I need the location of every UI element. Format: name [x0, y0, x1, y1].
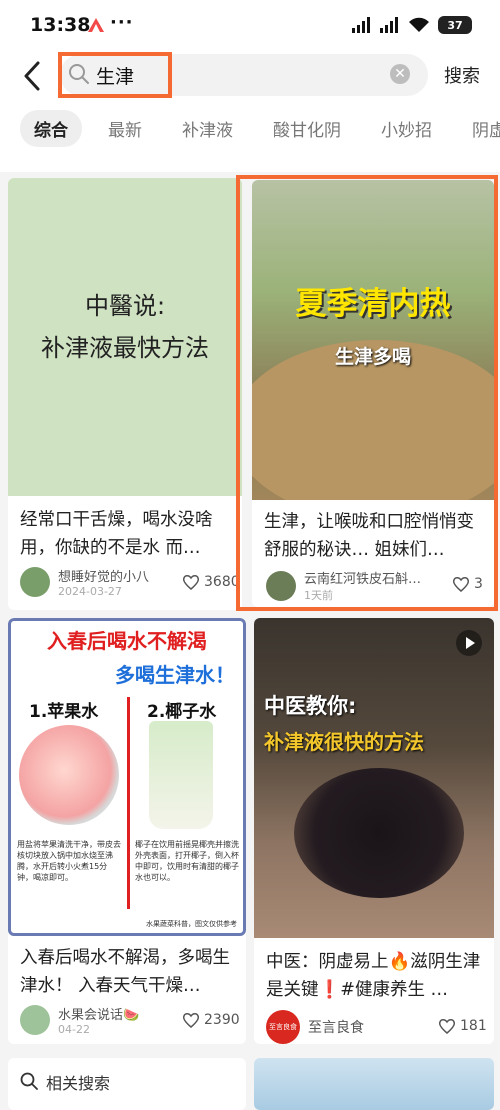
note-cover: 中醫说: 补津液最快方法 — [8, 178, 242, 496]
like-count: 3680 — [204, 574, 240, 590]
signal-icon-2 — [380, 17, 398, 33]
author-name: 想睡好觉的小八 — [58, 570, 150, 585]
post-date: 2024-03-27 — [58, 585, 122, 598]
tab-sour-sweet[interactable]: 酸甘化阴 — [259, 110, 355, 147]
cover-divider — [127, 697, 130, 909]
status-more-icon: ··· — [110, 12, 134, 33]
related-search[interactable]: 相关搜索 — [8, 1058, 246, 1110]
like-button[interactable]: 3680 — [182, 574, 240, 590]
heart-icon — [182, 1013, 200, 1028]
search-header: 生津 ✕ 搜索 — [0, 52, 500, 100]
tab-yin-deficiency[interactable]: 阴虚火旺 — [458, 110, 500, 147]
cover-text: 补津液最快方法 — [41, 334, 209, 362]
clear-icon[interactable]: ✕ — [390, 64, 410, 84]
battery-icon: 37 — [438, 16, 472, 34]
note-card-partial[interactable] — [254, 1058, 494, 1110]
note-title[interactable]: 入春后喝水不解渴，多喝生津水！ 入春天气干燥… — [20, 944, 236, 1000]
tab-latest[interactable]: 最新 — [94, 110, 156, 147]
cover-subtitle: 多喝生津水！ — [115, 663, 235, 687]
mulberry-pile — [294, 768, 464, 898]
wifi-icon — [409, 17, 429, 32]
cover-caption: 用盐将苹果清洗干净，带皮去核切块放入锅中加水烧至沸腾，水开后转小火煮15分钟，喝… — [17, 840, 121, 882]
filter-tabs: 综合 最新 补津液 酸甘化阴 小妙招 阴虚火旺 — [0, 100, 500, 156]
author-name: 至言良食 — [308, 1020, 364, 1036]
cover-headline: 入春后喝水不解渴 — [47, 629, 207, 653]
search-button[interactable]: 搜索 — [444, 62, 480, 88]
note-cover: 入春后喝水不解渴 多喝生津水！ 1.苹果水 2.椰子水 用盐将苹果清洗干净，带皮… — [8, 618, 246, 936]
heart-icon — [182, 575, 200, 590]
search-highlight-frame — [58, 52, 172, 98]
cover-footnote: 水果蔬菜科普，图文仅供参考 — [146, 920, 237, 928]
post-date: 04-22 — [58, 1023, 90, 1036]
highlight-frame — [236, 175, 498, 611]
status-time: 13:38 — [30, 14, 91, 36]
like-button[interactable]: 2390 — [182, 1012, 240, 1028]
tab-replenish-fluid[interactable]: 补津液 — [168, 110, 247, 147]
play-icon[interactable] — [456, 630, 482, 656]
tab-tips[interactable]: 小妙招 — [367, 110, 446, 147]
like-count: 2390 — [204, 1012, 240, 1028]
feed-top-edge — [0, 156, 500, 172]
coconut-glass-image — [149, 721, 213, 829]
back-icon[interactable] — [20, 59, 46, 93]
note-title[interactable]: 经常口干舌燥，喝水没啥用，你缺的不是水 而… — [20, 506, 232, 562]
note-title[interactable]: 中医：阴虚易上🔥滋阴生津是关键❗#健康养生 … — [266, 948, 484, 1004]
related-search-label: 相关搜索 — [46, 1074, 111, 1093]
note-cover: 中医教你: 补津液很快的方法 — [254, 618, 494, 938]
note-author[interactable]: 水果会说话🍉 04-22 — [20, 1004, 139, 1036]
cover-headline: 中医教你: — [264, 694, 357, 718]
author-name: 水果会说话🍉 — [58, 1008, 140, 1023]
cover-caption: 椰子在饮用前摇晃椰壳并擦洗外壳表面，打开椰子，倒入杯中即可，饮用时有清甜的椰子水… — [135, 840, 239, 882]
avatar — [20, 567, 50, 597]
cover-text: 中醫说: — [84, 292, 166, 320]
signal-icon — [352, 17, 370, 33]
status-icons: 37 — [352, 16, 472, 34]
cover-label-apple: 1.苹果水 — [29, 702, 99, 722]
like-button[interactable]: 181 — [438, 1018, 487, 1034]
note-author[interactable]: 至言良食 至言良食 — [266, 1010, 364, 1044]
avatar: 至言良食 — [266, 1010, 300, 1044]
cover-subtitle: 补津液很快的方法 — [264, 730, 424, 754]
like-count: 181 — [460, 1018, 487, 1034]
heart-icon — [438, 1019, 456, 1034]
note-card[interactable]: 入春后喝水不解渴 多喝生津水！ 1.苹果水 2.椰子水 用盐将苹果清洗干净，带皮… — [8, 618, 246, 1044]
note-card[interactable]: 中醫说: 补津液最快方法 经常口干舌燥，喝水没啥用，你缺的不是水 而… 想睡好觉… — [8, 178, 242, 610]
avatar-logo-text: 至言良食 — [269, 1023, 297, 1031]
apple-bowl-image — [19, 725, 119, 825]
note-author[interactable]: 想睡好觉的小八 2024-03-27 — [20, 566, 149, 598]
cover-label-coconut: 2.椰子水 — [147, 702, 217, 722]
avatar — [20, 1005, 50, 1035]
tab-comprehensive[interactable]: 综合 — [20, 109, 82, 147]
app-notification-icon — [86, 16, 106, 38]
status-bar: 13:38 ··· 37 — [0, 0, 500, 52]
note-card[interactable]: 中医教你: 补津液很快的方法 中医：阴虚易上🔥滋阴生津是关键❗#健康养生 … 至… — [254, 618, 494, 1044]
search-icon — [20, 1072, 38, 1090]
